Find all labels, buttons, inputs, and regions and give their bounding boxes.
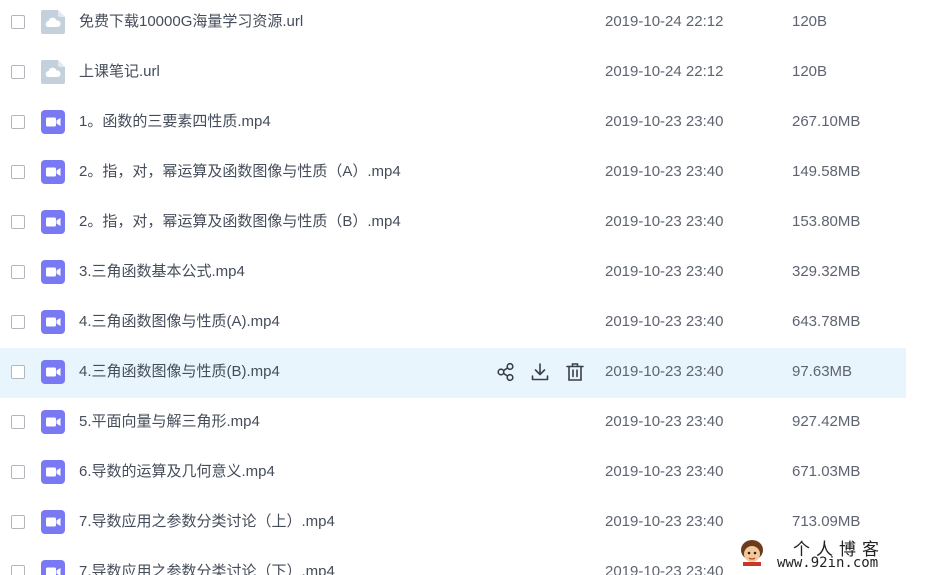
- video-icon: [41, 410, 65, 434]
- file-name[interactable]: 7.导数应用之参数分类讨论（下）.mp4: [79, 562, 335, 575]
- file-date: 2019-10-23 23:40: [605, 213, 724, 230]
- video-icon: [41, 260, 65, 284]
- row-checkbox[interactable]: [11, 265, 25, 279]
- file-name[interactable]: 4.三角函数图像与性质(B).mp4: [79, 362, 280, 382]
- cloud-link-icon: [41, 10, 65, 34]
- file-size: 97.63MB: [792, 363, 853, 380]
- file-name[interactable]: 1。函数的三要素四性质.mp4: [79, 112, 271, 132]
- row-checkbox[interactable]: [11, 565, 25, 575]
- video-icon: [41, 460, 65, 484]
- row-checkbox[interactable]: [11, 115, 25, 129]
- cloud-link-icon: [41, 60, 65, 84]
- cartoon-face-icon: [741, 540, 763, 566]
- file-size: 927.42MB: [792, 413, 861, 430]
- file-size: 153.80MB: [792, 213, 861, 230]
- video-icon: [41, 210, 65, 234]
- file-row[interactable]: 2。指，对，幂运算及函数图像与性质（A）.mp4 2019-10-23 23:40…: [0, 148, 906, 198]
- file-row[interactable]: 3.三角函数基本公式.mp4 2019-10-23 23:40 329.32MB: [0, 248, 906, 298]
- file-size: 149.58MB: [792, 163, 861, 180]
- file-date: 2019-10-23 23:40: [605, 163, 724, 180]
- row-checkbox[interactable]: [11, 15, 25, 29]
- share-icon[interactable]: [494, 361, 516, 383]
- row-checkbox[interactable]: [11, 65, 25, 79]
- file-date: 2019-10-23 23:40: [605, 263, 724, 280]
- file-row[interactable]: 2。指，对，幂运算及函数图像与性质（B）.mp4 2019-10-23 23:40…: [0, 198, 906, 248]
- file-name[interactable]: 2。指，对，幂运算及函数图像与性质（A）.mp4: [79, 162, 401, 182]
- row-checkbox[interactable]: [11, 465, 25, 479]
- file-size: 267.10MB: [792, 113, 861, 130]
- file-size: 713.09MB: [792, 513, 861, 530]
- file-name[interactable]: 免费下载10000G海量学习资源.url: [79, 12, 303, 32]
- file-name[interactable]: 7.导数应用之参数分类讨论（上）.mp4: [79, 512, 335, 532]
- file-row[interactable]: 免费下载10000G海量学习资源.url 2019-10-24 22:12 120B: [0, 0, 906, 48]
- video-icon: [41, 310, 65, 334]
- file-row[interactable]: 上课笔记.url 2019-10-24 22:12 120B: [0, 48, 906, 98]
- file-date: 2019-10-23 23:40: [605, 313, 724, 330]
- file-date: 2019-10-24 22:12: [605, 13, 724, 30]
- video-icon: [41, 560, 65, 575]
- file-name[interactable]: 2。指，对，幂运算及函数图像与性质（B）.mp4: [79, 212, 401, 232]
- file-date: 2019-10-24 22:12: [605, 63, 724, 80]
- video-icon: [41, 360, 65, 384]
- row-checkbox[interactable]: [11, 415, 25, 429]
- file-date: 2019-10-23 23:40: [605, 363, 724, 380]
- file-size: 120B: [792, 13, 828, 30]
- file-size: 671.03MB: [792, 463, 861, 480]
- file-row[interactable]: 4.三角函数图像与性质(A).mp4 2019-10-23 23:40 643.78…: [0, 298, 906, 348]
- file-date: 2019-10-23 23:40: [605, 463, 724, 480]
- file-row[interactable]: 4.三角函数图像与性质(B).mp4 2019-10-23 23:40 97.63M…: [0, 348, 906, 398]
- file-name[interactable]: 5.平面向量与解三角形.mp4: [79, 412, 260, 432]
- video-icon: [41, 510, 65, 534]
- download-icon[interactable]: [529, 361, 551, 383]
- watermark: 个人博客 www.92in.com: [735, 532, 927, 575]
- file-name[interactable]: 上课笔记.url: [79, 62, 160, 82]
- row-checkbox[interactable]: [11, 515, 25, 529]
- file-row[interactable]: 5.平面向量与解三角形.mp4 2019-10-23 23:40 927.42MB: [0, 398, 906, 448]
- file-size: 643.78MB: [792, 313, 861, 330]
- file-row[interactable]: 1。函数的三要素四性质.mp4 2019-10-23 23:40 267.10MB: [0, 98, 906, 148]
- row-checkbox[interactable]: [11, 165, 25, 179]
- row-checkbox[interactable]: [11, 215, 25, 229]
- file-date: 2019-10-23 23:40: [605, 513, 724, 530]
- row-checkbox[interactable]: [11, 315, 25, 329]
- file-name[interactable]: 4.三角函数图像与性质(A).mp4: [79, 312, 280, 332]
- file-list: 免费下载10000G海量学习资源.url 2019-10-24 22:12 120B…: [0, 0, 927, 575]
- file-row[interactable]: 6.导数的运算及几何意义.mp4 2019-10-23 23:40 671.03MB: [0, 448, 906, 498]
- file-date: 2019-10-23 23:40: [605, 563, 724, 575]
- file-size: 329.32MB: [792, 263, 861, 280]
- file-name[interactable]: 3.三角函数基本公式.mp4: [79, 262, 245, 282]
- file-size: 120B: [792, 63, 828, 80]
- file-name[interactable]: 6.导数的运算及几何意义.mp4: [79, 462, 275, 482]
- video-icon: [41, 110, 65, 134]
- video-icon: [41, 160, 65, 184]
- file-date: 2019-10-23 23:40: [605, 113, 724, 130]
- file-date: 2019-10-23 23:40: [605, 413, 724, 430]
- row-checkbox[interactable]: [11, 365, 25, 379]
- delete-icon[interactable]: [564, 361, 586, 383]
- watermark-url: www.92in.com: [777, 555, 879, 571]
